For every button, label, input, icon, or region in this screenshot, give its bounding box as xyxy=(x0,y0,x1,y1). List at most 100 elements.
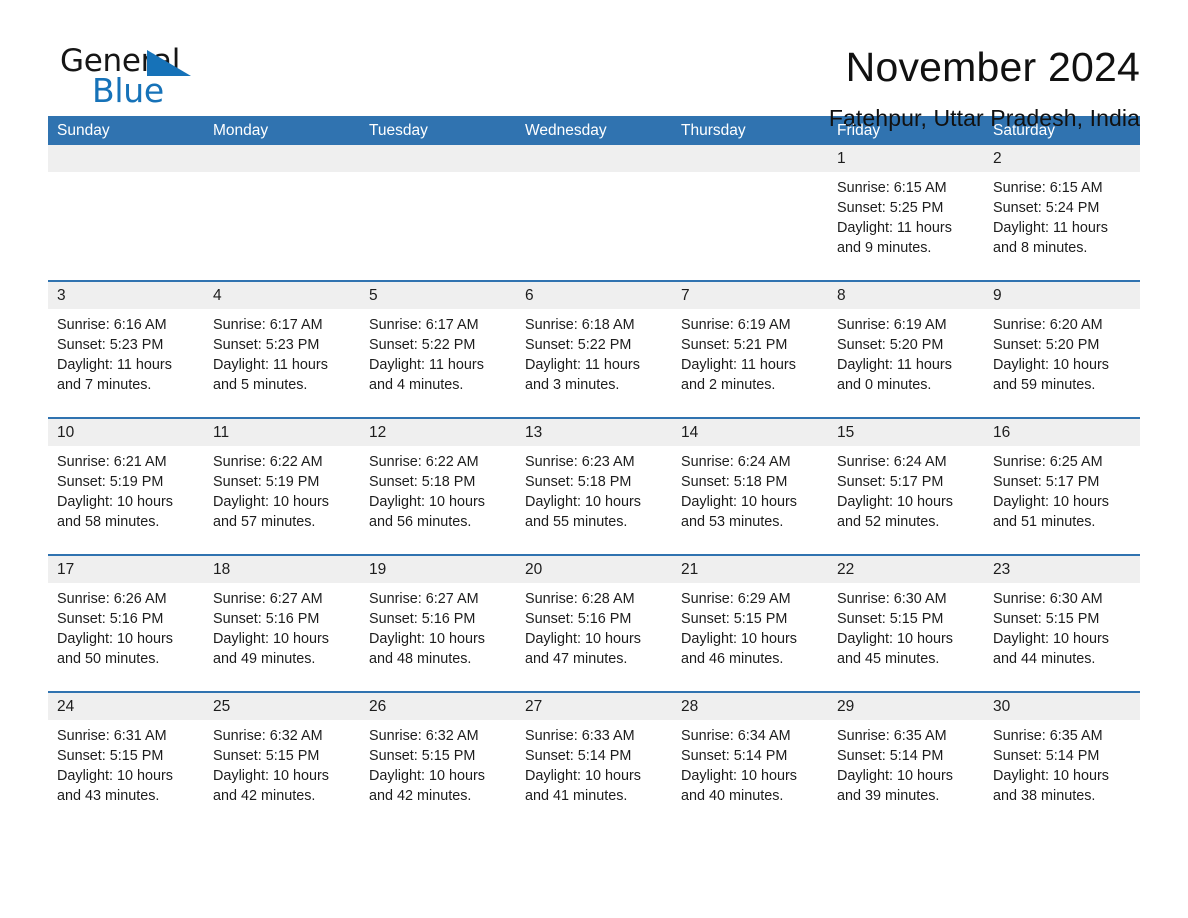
day-number[interactable]: 13 xyxy=(516,419,672,446)
calendar-week-row: 24 25 26 27 28 29 30 Sunrise: 6:31 AM Sunset: 5:… xyxy=(48,691,1140,828)
sunset-text: Sunset: 5:15 PM xyxy=(369,748,476,764)
daylight-text: Daylight: 10 hours and 52 minutes. xyxy=(837,494,953,530)
day-cell-empty xyxy=(360,172,516,280)
day-number[interactable]: 20 xyxy=(516,556,672,583)
day-number[interactable]: 30 xyxy=(984,693,1140,720)
day-cell[interactable]: Sunrise: 6:23 AM Sunset: 5:18 PM Daylight:… xyxy=(516,446,672,554)
day-cell[interactable]: Sunrise: 6:16 AM Sunset: 5:23 PM Daylight:… xyxy=(48,309,204,417)
sunset-text: Sunset: 5:20 PM xyxy=(837,337,944,353)
week-day-numbers: 3456789 xyxy=(48,282,1140,309)
day-number[interactable]: 18 xyxy=(204,556,360,583)
day-number[interactable]: 16 xyxy=(984,419,1140,446)
sunrise-text: Sunrise: 6:28 AM xyxy=(525,591,635,607)
day-cell[interactable]: Sunrise: 6:30 AM Sunset: 5:15 PM Daylight:… xyxy=(984,583,1140,691)
day-cell[interactable]: Sunrise: 6:27 AM Sunset: 5:16 PM Daylight:… xyxy=(360,583,516,691)
day-number[interactable]: 7 xyxy=(672,282,828,309)
day-cell[interactable]: Sunrise: 6:19 AM Sunset: 5:21 PM Daylight:… xyxy=(672,309,828,417)
day-cell[interactable]: Sunrise: 6:28 AM Sunset: 5:16 PM Daylight:… xyxy=(516,583,672,691)
day-number[interactable]: 2 xyxy=(984,145,1140,172)
day-cell-empty xyxy=(48,172,204,280)
day-cell[interactable]: Sunrise: 6:22 AM Sunset: 5:19 PM Daylight:… xyxy=(204,446,360,554)
sunrise-text: Sunrise: 6:31 AM xyxy=(57,728,167,744)
day-number[interactable]: 24 xyxy=(48,693,204,720)
day-number[interactable]: 9 xyxy=(984,282,1140,309)
week-day-details: Sunrise: 6:16 AM Sunset: 5:23 PM Daylight:… xyxy=(48,309,1140,417)
day-number[interactable]: 4 xyxy=(204,282,360,309)
sunrise-text: Sunrise: 6:21 AM xyxy=(57,454,167,470)
logo-text-blue: Blue xyxy=(92,71,164,110)
daylight-text: Daylight: 10 hours and 45 minutes. xyxy=(837,631,953,667)
day-cell[interactable]: Sunrise: 6:19 AM Sunset: 5:20 PM Daylight:… xyxy=(828,309,984,417)
daylight-text: Daylight: 10 hours and 53 minutes. xyxy=(681,494,797,530)
day-number[interactable]: 10 xyxy=(48,419,204,446)
daylight-text: Daylight: 11 hours and 3 minutes. xyxy=(525,357,640,393)
day-cell[interactable]: Sunrise: 6:24 AM Sunset: 5:17 PM Daylight:… xyxy=(828,446,984,554)
sunset-text: Sunset: 5:16 PM xyxy=(525,611,632,627)
daylight-text: Daylight: 11 hours and 9 minutes. xyxy=(837,220,952,256)
day-cell[interactable]: Sunrise: 6:32 AM Sunset: 5:15 PM Daylight:… xyxy=(360,720,516,828)
day-cell[interactable]: Sunrise: 6:34 AM Sunset: 5:14 PM Daylight:… xyxy=(672,720,828,828)
sunrise-text: Sunrise: 6:15 AM xyxy=(993,180,1103,196)
sunset-text: Sunset: 5:18 PM xyxy=(369,474,476,490)
general-blue-logo[interactable]: General Blue xyxy=(48,44,248,110)
daylight-text: Daylight: 10 hours and 51 minutes. xyxy=(993,494,1109,530)
day-number[interactable]: 5 xyxy=(360,282,516,309)
column-header-monday: Monday xyxy=(213,122,269,139)
day-number[interactable]: 19 xyxy=(360,556,516,583)
day-cell[interactable]: Sunrise: 6:15 AM Sunset: 5:25 PM Daylight:… xyxy=(828,172,984,280)
sunrise-text: Sunrise: 6:27 AM xyxy=(213,591,323,607)
day-number[interactable]: 23 xyxy=(984,556,1140,583)
day-cell[interactable]: Sunrise: 6:31 AM Sunset: 5:15 PM Daylight:… xyxy=(48,720,204,828)
day-number[interactable]: 8 xyxy=(828,282,984,309)
sunrise-text: Sunrise: 6:26 AM xyxy=(57,591,167,607)
day-cell[interactable]: Sunrise: 6:35 AM Sunset: 5:14 PM Daylight:… xyxy=(828,720,984,828)
day-number[interactable]: 11 xyxy=(204,419,360,446)
sunrise-text: Sunrise: 6:19 AM xyxy=(837,317,947,333)
day-number[interactable]: 17 xyxy=(48,556,204,583)
sunrise-text: Sunrise: 6:23 AM xyxy=(525,454,635,470)
day-number[interactable]: 15 xyxy=(828,419,984,446)
daylight-text: Daylight: 10 hours and 40 minutes. xyxy=(681,768,797,804)
day-cell[interactable]: Sunrise: 6:35 AM Sunset: 5:14 PM Daylight:… xyxy=(984,720,1140,828)
day-cell[interactable]: Sunrise: 6:18 AM Sunset: 5:22 PM Daylight:… xyxy=(516,309,672,417)
daylight-text: Daylight: 10 hours and 38 minutes. xyxy=(993,768,1109,804)
day-cell[interactable]: Sunrise: 6:17 AM Sunset: 5:22 PM Daylight:… xyxy=(360,309,516,417)
day-cell[interactable]: Sunrise: 6:30 AM Sunset: 5:15 PM Daylight:… xyxy=(828,583,984,691)
day-cell[interactable]: Sunrise: 6:27 AM Sunset: 5:16 PM Daylight:… xyxy=(204,583,360,691)
daylight-text: Daylight: 10 hours and 48 minutes. xyxy=(369,631,485,667)
day-number[interactable]: 1 xyxy=(828,145,984,172)
day-number[interactable]: 12 xyxy=(360,419,516,446)
day-cell[interactable]: Sunrise: 6:32 AM Sunset: 5:15 PM Daylight:… xyxy=(204,720,360,828)
day-number[interactable]: 3 xyxy=(48,282,204,309)
day-cell[interactable]: Sunrise: 6:17 AM Sunset: 5:23 PM Daylight:… xyxy=(204,309,360,417)
sunset-text: Sunset: 5:17 PM xyxy=(993,474,1100,490)
daylight-text: Daylight: 10 hours and 55 minutes. xyxy=(525,494,641,530)
day-number[interactable]: 22 xyxy=(828,556,984,583)
day-number[interactable]: 6 xyxy=(516,282,672,309)
day-cell[interactable]: Sunrise: 6:21 AM Sunset: 5:19 PM Daylight:… xyxy=(48,446,204,554)
day-cell[interactable]: Sunrise: 6:25 AM Sunset: 5:17 PM Daylight:… xyxy=(984,446,1140,554)
day-number[interactable]: 14 xyxy=(672,419,828,446)
day-cell[interactable]: Sunrise: 6:24 AM Sunset: 5:18 PM Daylight:… xyxy=(672,446,828,554)
day-cell[interactable]: Sunrise: 6:20 AM Sunset: 5:20 PM Daylight:… xyxy=(984,309,1140,417)
sunset-text: Sunset: 5:23 PM xyxy=(213,337,320,353)
day-number[interactable]: 26 xyxy=(360,693,516,720)
day-number[interactable]: 27 xyxy=(516,693,672,720)
page-masthead: General Blue November 2024 Fatehpur, Utt… xyxy=(48,0,1140,131)
day-cell[interactable]: Sunrise: 6:26 AM Sunset: 5:16 PM Daylight:… xyxy=(48,583,204,691)
sunrise-text: Sunrise: 6:27 AM xyxy=(369,591,479,607)
column-header-sunday: Sunday xyxy=(57,122,110,139)
sunrise-text: Sunrise: 6:16 AM xyxy=(57,317,167,333)
daylight-text: Daylight: 11 hours and 2 minutes. xyxy=(681,357,796,393)
day-cell[interactable]: Sunrise: 6:29 AM Sunset: 5:15 PM Daylight:… xyxy=(672,583,828,691)
day-cell[interactable]: Sunrise: 6:15 AM Sunset: 5:24 PM Daylight:… xyxy=(984,172,1140,280)
day-number[interactable]: 29 xyxy=(828,693,984,720)
day-number[interactable]: 21 xyxy=(672,556,828,583)
day-cell[interactable]: Sunrise: 6:33 AM Sunset: 5:14 PM Daylight:… xyxy=(516,720,672,828)
day-number[interactable]: 25 xyxy=(204,693,360,720)
day-number[interactable]: 28 xyxy=(672,693,828,720)
day-cell[interactable]: Sunrise: 6:22 AM Sunset: 5:18 PM Daylight:… xyxy=(360,446,516,554)
sunset-text: Sunset: 5:14 PM xyxy=(837,748,944,764)
daylight-text: Daylight: 10 hours and 59 minutes. xyxy=(993,357,1109,393)
sunset-text: Sunset: 5:23 PM xyxy=(57,337,164,353)
